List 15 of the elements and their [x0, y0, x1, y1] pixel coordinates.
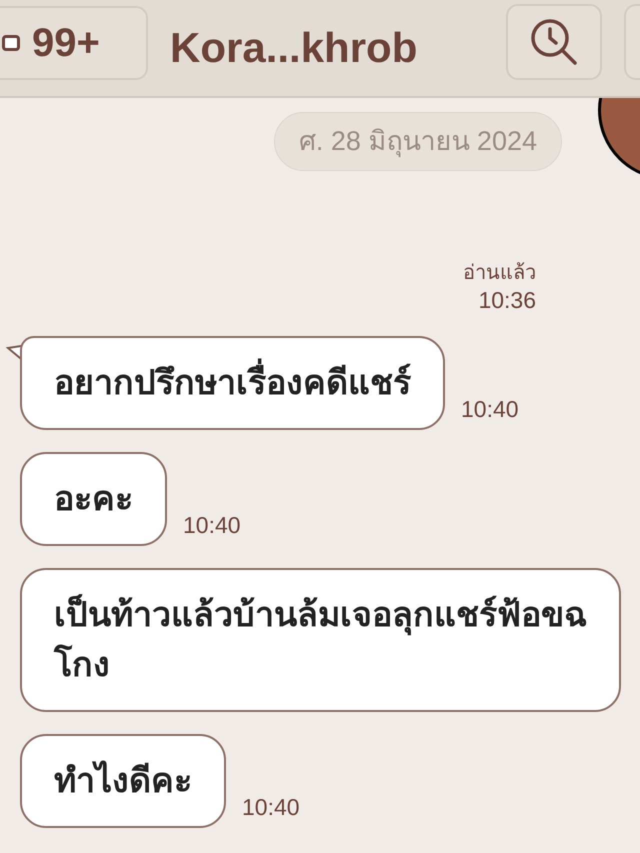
message-bubble: เป็นท้าวแล้วบ้านล้มเจอลุกแชร์ฟ้อขฉ โกง	[20, 568, 621, 712]
message-time: 10:40	[183, 510, 241, 540]
read-status: อ่านแล้ว	[463, 260, 536, 286]
message-time: 10:40	[461, 394, 519, 424]
message-bubble: อยากปรึกษาเรื่องคดีแชร์	[20, 336, 445, 430]
back-button[interactable]: 99+	[0, 6, 148, 80]
message-bubble: อะคะ	[20, 452, 167, 546]
message-time: 10:40	[242, 792, 300, 822]
message-time: 10:36	[478, 286, 536, 314]
clock-search-icon	[529, 17, 579, 67]
date-label: ศ. 28 มิถุนายน 2024	[274, 112, 562, 170]
chat-title: Kora...khrob	[170, 23, 418, 73]
message-bubble: ทำไงดีคะ	[20, 734, 226, 828]
chat-icon	[2, 35, 20, 51]
search-history-button[interactable]	[506, 4, 602, 80]
